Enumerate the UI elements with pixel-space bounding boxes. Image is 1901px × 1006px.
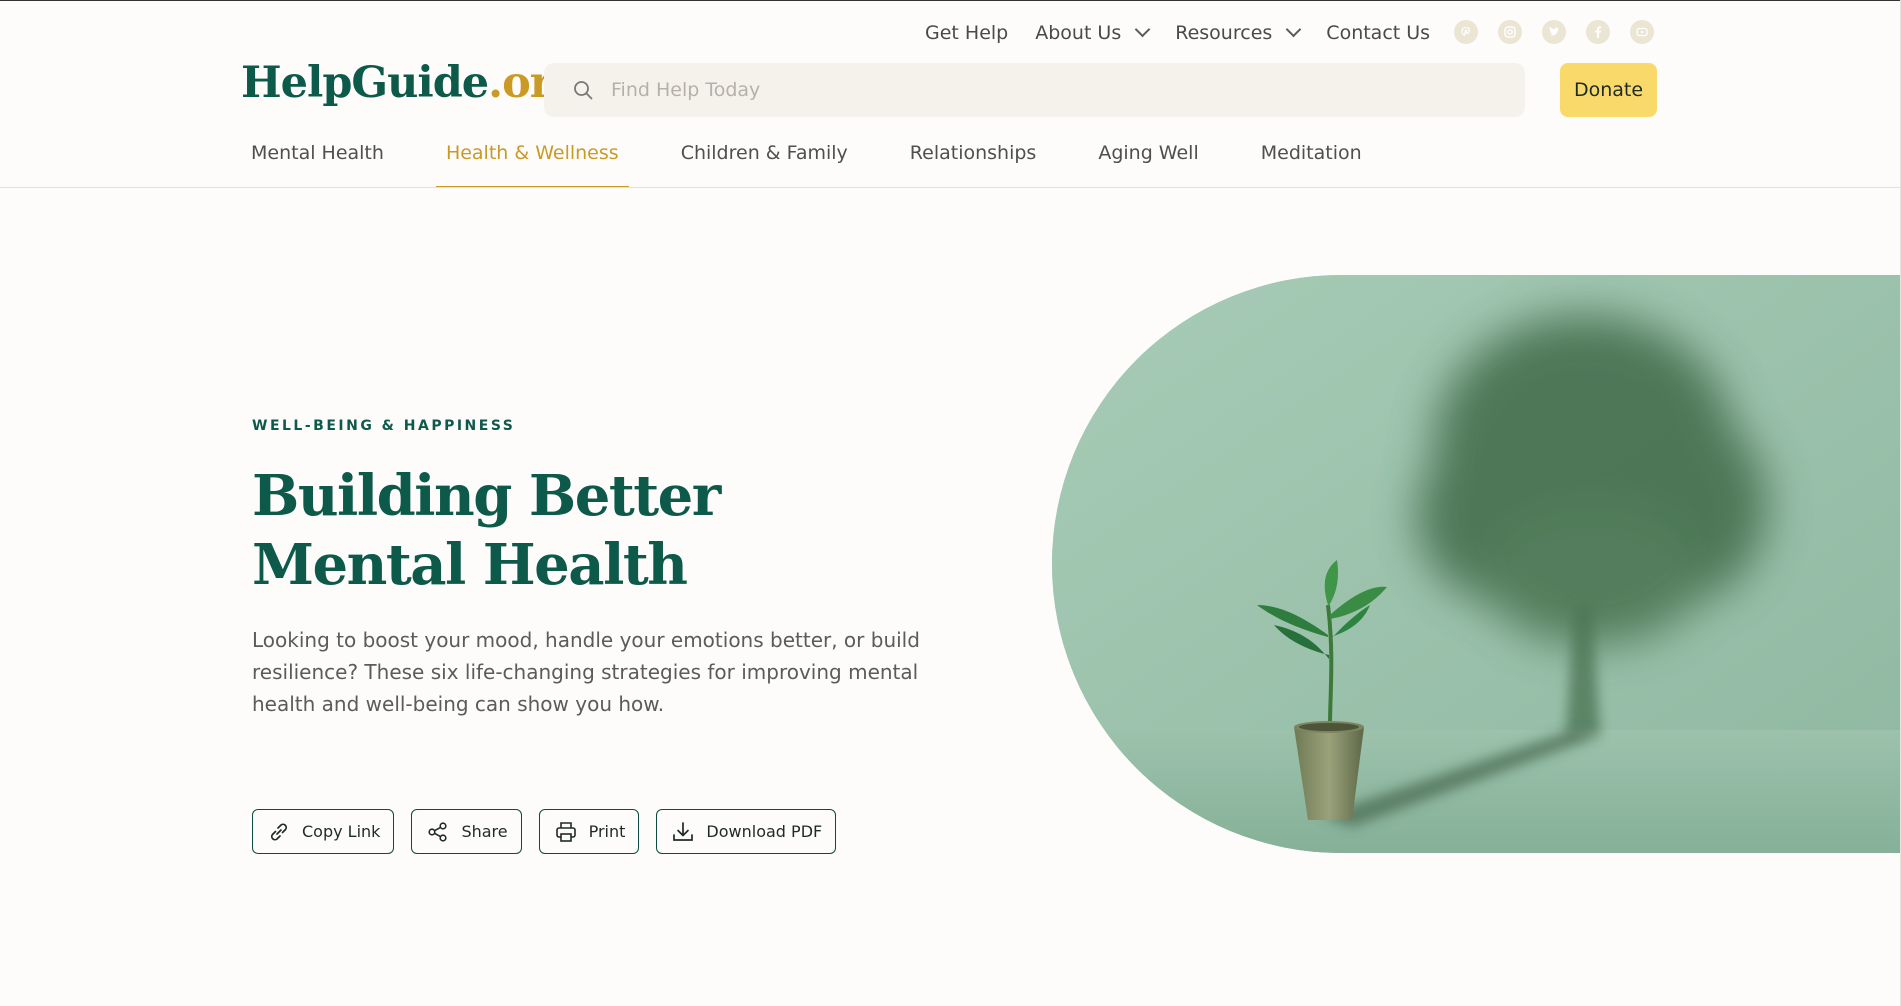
category-eyebrow: WELL-BEING & HAPPINESS — [252, 418, 516, 434]
print-button[interactable]: Print — [538, 809, 640, 854]
share-label: Share — [461, 822, 508, 841]
nav-item-meditation[interactable]: Meditation — [1251, 138, 1372, 188]
donate-button[interactable]: Donate — [1560, 63, 1657, 117]
search-input[interactable] — [611, 79, 1491, 101]
main-nav: Mental Health Health & Wellness Children… — [241, 138, 1414, 188]
site-logo[interactable]: HelpGuide.org — [241, 58, 582, 108]
share-button[interactable]: Share — [411, 809, 522, 854]
nav-item-children-family[interactable]: Children & Family — [671, 138, 858, 188]
article-actions: Copy Link Share Print Download PDF — [252, 809, 853, 854]
resources-menu[interactable]: Resources — [1175, 21, 1302, 44]
about-us-menu[interactable]: About Us — [1035, 21, 1151, 44]
chevron-down-icon — [1134, 21, 1151, 38]
plant-with-tree-shadow-illustration — [1052, 275, 1900, 853]
copy-link-button[interactable]: Copy Link — [252, 809, 395, 854]
search-icon — [574, 81, 593, 100]
link-icon — [270, 822, 288, 841]
page-description: Looking to boost your mood, handle your … — [252, 628, 920, 716]
copy-link-label: Copy Link — [302, 822, 381, 841]
nav-item-relationships[interactable]: Relationships — [900, 138, 1047, 188]
about-us-label: About Us — [1035, 22, 1122, 44]
search-bar[interactable] — [544, 63, 1525, 117]
get-help-link[interactable]: Get Help — [925, 22, 1008, 44]
get-help-label: Get Help — [925, 22, 1009, 44]
page-title: Building Better Mental Health — [252, 463, 721, 598]
share-icon — [428, 821, 448, 842]
hero-image — [1052, 275, 1900, 853]
nav-item-mental-health[interactable]: Mental Health — [241, 138, 394, 188]
top-border — [0, 0, 1901, 1]
contact-us-link[interactable]: Contact Us — [1326, 22, 1430, 44]
download-pdf-button[interactable]: Download PDF — [656, 809, 837, 854]
print-label: Print — [588, 822, 626, 841]
facebook-icon[interactable] — [1586, 20, 1610, 44]
resources-label: Resources — [1175, 22, 1273, 44]
chevron-down-icon — [1286, 21, 1302, 38]
instagram-icon[interactable] — [1498, 20, 1522, 44]
download-pdf-label: Download PDF — [706, 822, 823, 841]
download-icon — [673, 821, 694, 841]
pinterest-icon[interactable] — [1454, 20, 1478, 44]
logo-name: HelpGuide — [241, 58, 489, 108]
twitter-icon[interactable] — [1542, 20, 1566, 44]
nav-divider — [0, 187, 1900, 188]
social-links — [1454, 20, 1674, 44]
nav-item-health-wellness[interactable]: Health & Wellness — [435, 138, 629, 188]
utility-nav: Get Help About Us Resources Contact Us — [925, 18, 1457, 48]
nav-item-aging-well[interactable]: Aging Well — [1088, 138, 1208, 188]
contact-us-label: Contact Us — [1326, 22, 1431, 44]
youtube-icon[interactable] — [1630, 20, 1654, 44]
printer-icon — [555, 821, 576, 842]
